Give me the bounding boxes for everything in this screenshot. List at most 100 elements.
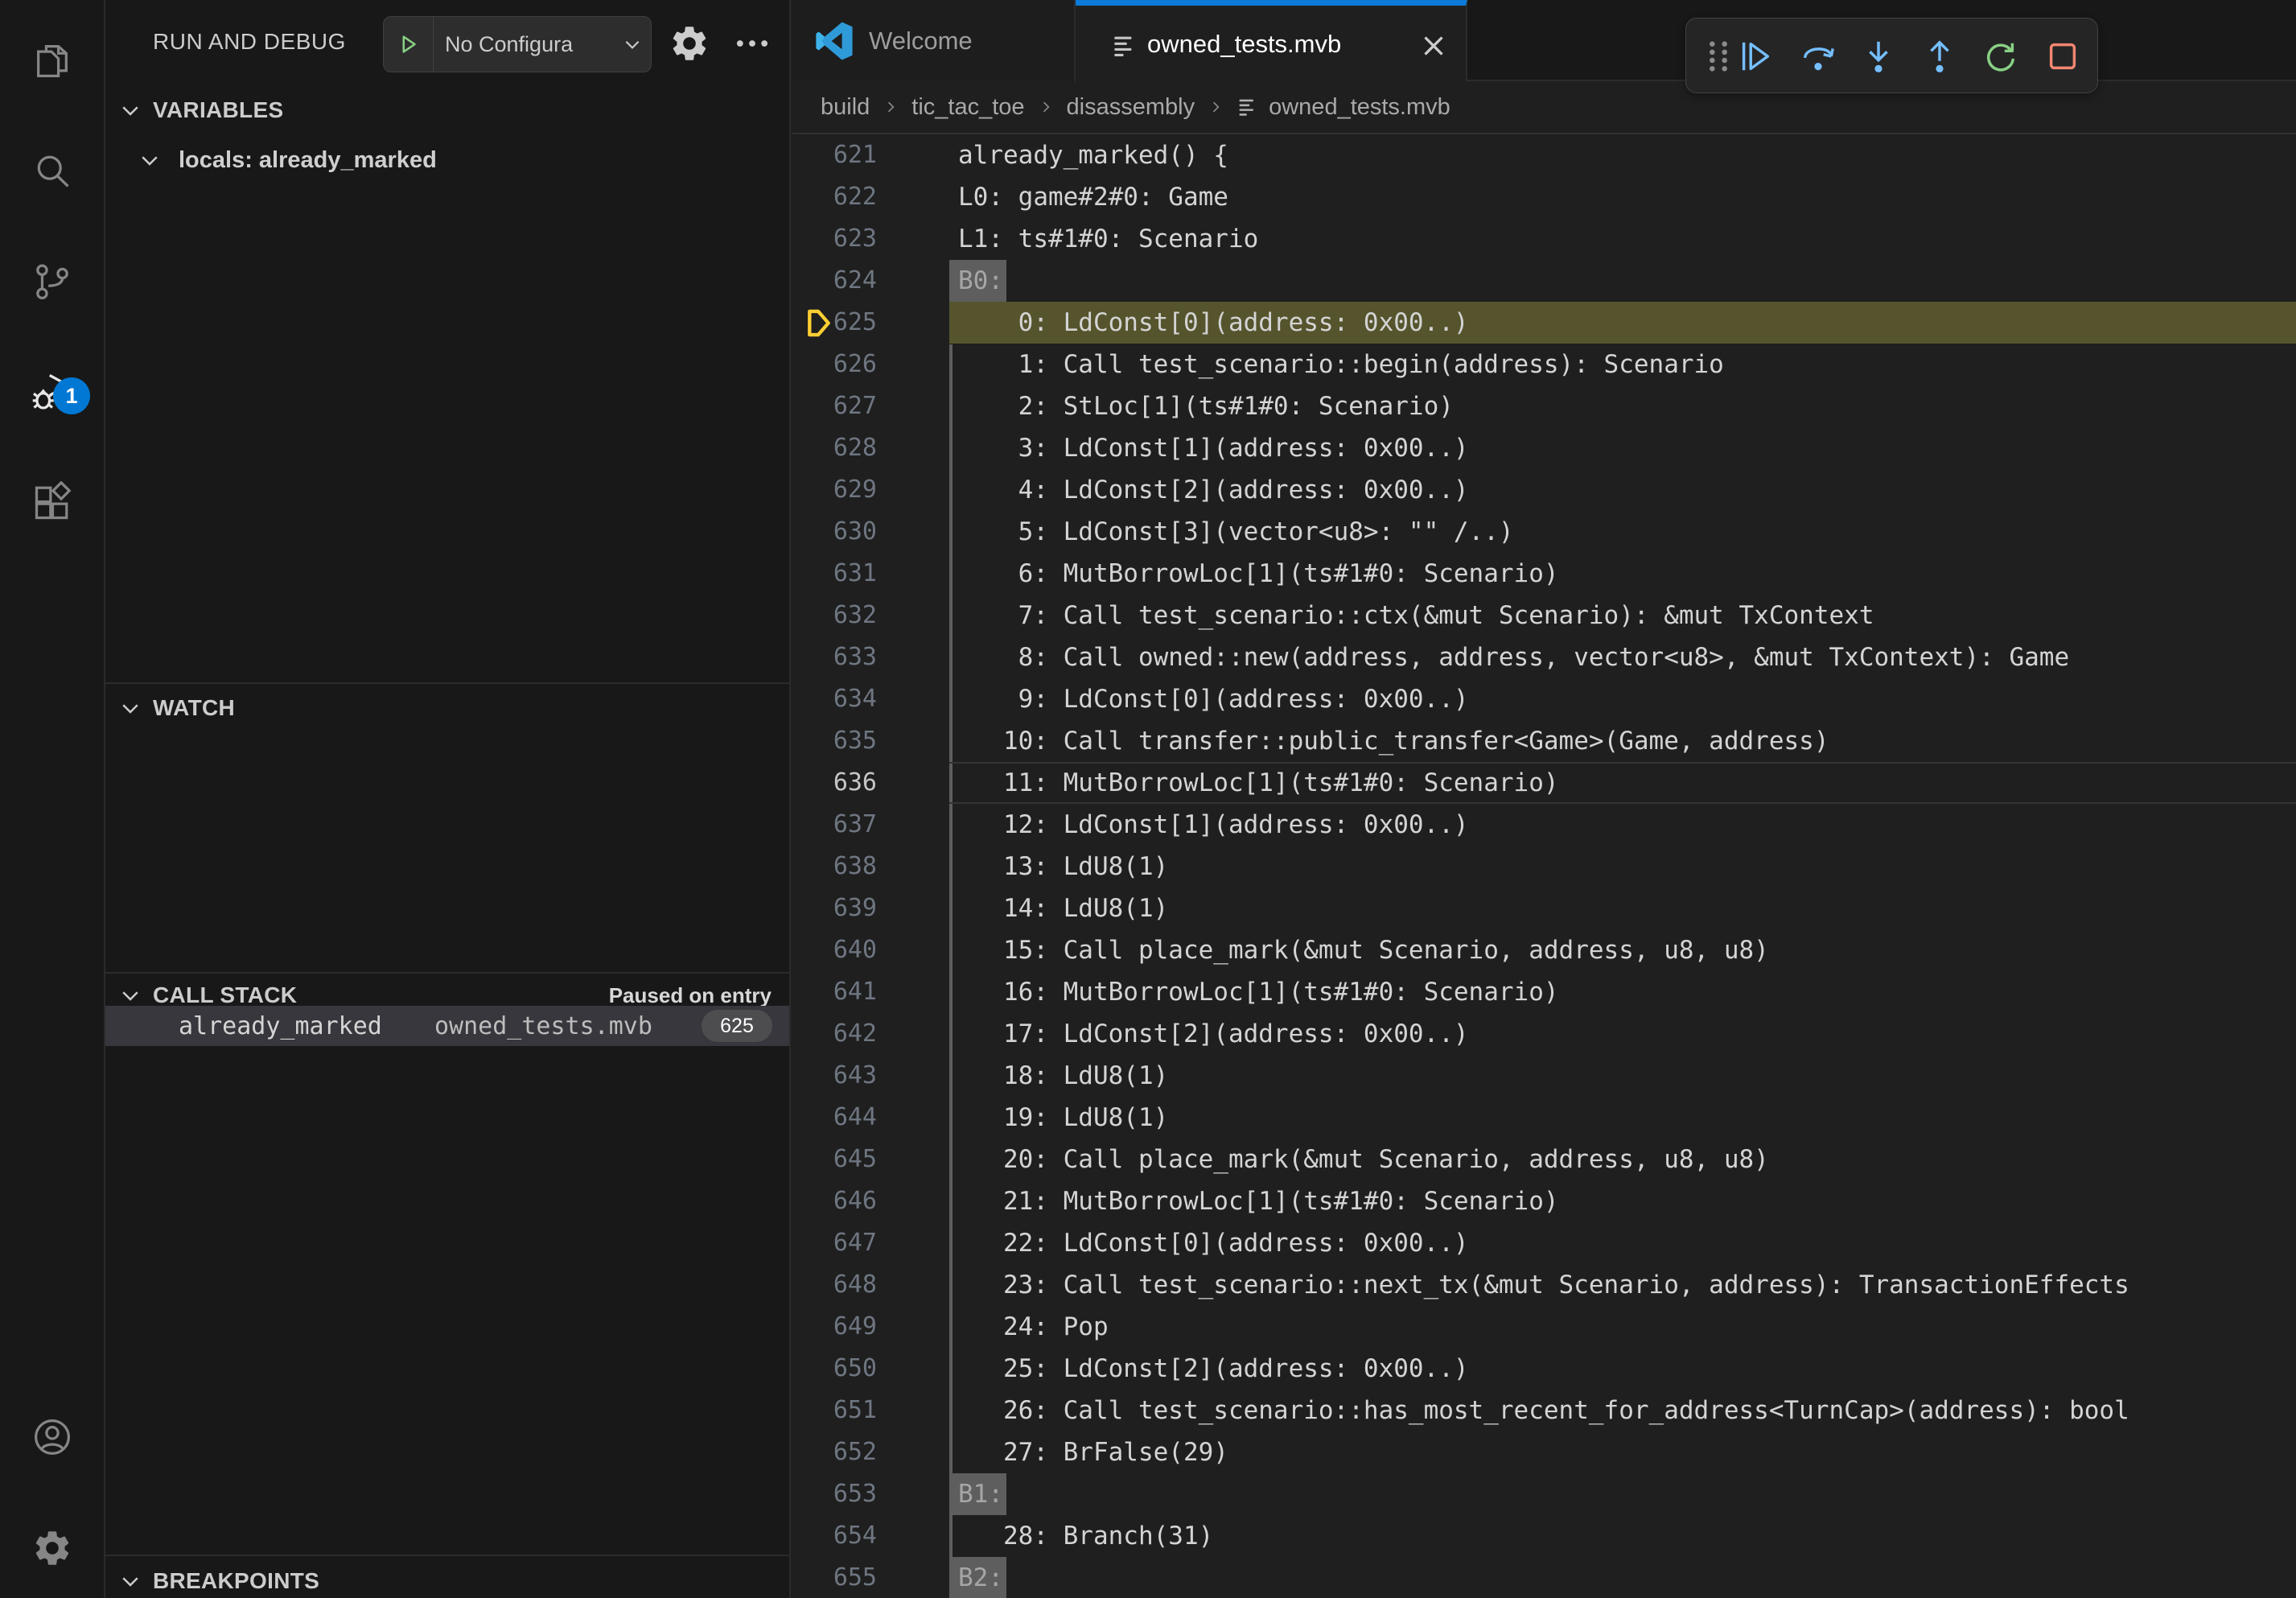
variables-section-header[interactable]: VARIABLES [105, 90, 789, 130]
line-content[interactable]: 16: MutBorrowLoc[1](ts#1#0: Scenario) [949, 971, 2296, 1013]
code-line-649[interactable]: 649 24: Pop [792, 1306, 2296, 1348]
gutter[interactable]: 646 [792, 1180, 889, 1222]
source-control-icon[interactable] [0, 241, 104, 322]
line-content[interactable]: L1: ts#1#0: Scenario [949, 218, 2296, 260]
code-line-645[interactable]: 645 20: Call place_mark(&mut Scenario, a… [792, 1139, 2296, 1180]
watch-section-header[interactable]: WATCH [105, 688, 789, 728]
debug-settings-gear-icon[interactable] [669, 23, 710, 64]
line-content[interactable]: 13: LdU8(1) [949, 846, 2296, 888]
line-content[interactable]: 11: MutBorrowLoc[1](ts#1#0: Scenario) [949, 762, 2296, 804]
code-line-632[interactable]: 632 7: Call test_scenario::ctx(&mut Scen… [792, 595, 2296, 636]
breadcrumb-file[interactable]: owned_tests.mvb [1269, 94, 1450, 121]
settings-gear-icon[interactable] [0, 1508, 104, 1588]
code-line-637[interactable]: 637 12: LdConst[1](address: 0x00..) [792, 804, 2296, 846]
gutter[interactable]: 652 [792, 1431, 889, 1473]
code-line-626[interactable]: 626 1: Call test_scenario::begin(address… [792, 344, 2296, 385]
code-line-621[interactable]: 621 already_marked() { [792, 134, 2296, 176]
code-line-634[interactable]: 634 9: LdConst[0](address: 0x00..) [792, 678, 2296, 720]
gutter[interactable]: 638 [792, 846, 889, 888]
code-line-650[interactable]: 650 25: LdConst[2](address: 0x00..) [792, 1348, 2296, 1390]
code-editor[interactable]: 621 already_marked() { 622 L0: game#2#0: Ga… [792, 134, 2296, 1598]
gutter[interactable]: 642 [792, 1013, 889, 1055]
tab-welcome[interactable]: Welcome [792, 0, 1076, 81]
gutter[interactable]: 621 [792, 134, 889, 176]
breadcrumb-item[interactable]: tic_tac_toe [911, 94, 1024, 121]
line-content[interactable]: 18: LdU8(1) [949, 1055, 2296, 1097]
gutter[interactable]: 651 [792, 1390, 889, 1431]
line-content[interactable]: 15: Call place_mark(&mut Scenario, addre… [949, 929, 2296, 971]
gutter[interactable]: 648 [792, 1264, 889, 1306]
gutter[interactable]: 629 [792, 469, 889, 511]
line-content[interactable]: 17: LdConst[2](address: 0x00..) [949, 1013, 2296, 1055]
gutter[interactable]: 649 [792, 1306, 889, 1348]
gutter[interactable]: 626 [792, 344, 889, 385]
gutter[interactable]: 635 [792, 720, 889, 762]
line-content[interactable]: 7: Call test_scenario::ctx(&mut Scenario… [949, 595, 2296, 636]
gutter[interactable]: 645 [792, 1139, 889, 1180]
code-line-635[interactable]: 635 10: Call transfer::public_transfer<G… [792, 720, 2296, 762]
code-line-655[interactable]: 655 B2: [792, 1557, 2296, 1598]
breakpoints-section-header[interactable]: BREAKPOINTS [105, 1561, 789, 1598]
code-line-641[interactable]: 641 16: MutBorrowLoc[1](ts#1#0: Scenario… [792, 971, 2296, 1013]
start-debug-button[interactable] [384, 17, 434, 72]
line-content[interactable]: 22: LdConst[0](address: 0x00..) [949, 1222, 2296, 1264]
more-actions-icon[interactable] [731, 23, 773, 64]
code-line-622[interactable]: 622 L0: game#2#0: Game [792, 176, 2296, 218]
line-content[interactable]: 19: LdU8(1) [949, 1097, 2296, 1139]
gutter[interactable]: 628 [792, 427, 889, 469]
code-line-640[interactable]: 640 15: Call place_mark(&mut Scenario, a… [792, 929, 2296, 971]
line-content[interactable]: B1: [949, 1473, 2296, 1515]
step-out-button[interactable] [1921, 38, 1958, 75]
code-line-633[interactable]: 633 8: Call owned::new(address, address,… [792, 636, 2296, 678]
gutter[interactable]: 653 [792, 1473, 889, 1515]
code-line-624[interactable]: 624 B0: [792, 260, 2296, 302]
gutter[interactable]: 622 [792, 176, 889, 218]
line-content[interactable]: 10: Call transfer::public_transfer<Game>… [949, 720, 2296, 762]
gutter[interactable]: 639 [792, 888, 889, 929]
gutter[interactable]: 632 [792, 595, 889, 636]
code-line-623[interactable]: 623 L1: ts#1#0: Scenario [792, 218, 2296, 260]
code-line-638[interactable]: 638 13: LdU8(1) [792, 846, 2296, 888]
line-content[interactable]: 23: Call test_scenario::next_tx(&mut Sce… [949, 1264, 2296, 1306]
code-line-642[interactable]: 642 17: LdConst[2](address: 0x00..) [792, 1013, 2296, 1055]
code-line-625[interactable]: 625 0: LdConst[0](address: 0x00..) [792, 302, 2296, 344]
line-content[interactable]: 14: LdU8(1) [949, 888, 2296, 929]
gutter[interactable]: 625 [792, 302, 889, 344]
line-content[interactable]: B0: [949, 260, 2296, 302]
code-line-646[interactable]: 646 21: MutBorrowLoc[1](ts#1#0: Scenario… [792, 1180, 2296, 1222]
code-line-636[interactable]: 636 11: MutBorrowLoc[1](ts#1#0: Scenario… [792, 762, 2296, 804]
code-line-631[interactable]: 631 6: MutBorrowLoc[1](ts#1#0: Scenario) [792, 553, 2296, 595]
line-content[interactable]: 25: LdConst[2](address: 0x00..) [949, 1348, 2296, 1390]
gutter[interactable]: 627 [792, 385, 889, 427]
code-line-628[interactable]: 628 3: LdConst[1](address: 0x00..) [792, 427, 2296, 469]
gutter[interactable]: 634 [792, 678, 889, 720]
gutter[interactable]: 643 [792, 1055, 889, 1097]
toolbar-gripper-icon[interactable] [1700, 38, 1737, 75]
code-line-644[interactable]: 644 19: LdU8(1) [792, 1097, 2296, 1139]
gutter[interactable]: 624 [792, 260, 889, 302]
code-line-648[interactable]: 648 23: Call test_scenario::next_tx(&mut… [792, 1264, 2296, 1306]
line-content[interactable]: B2: [949, 1557, 2296, 1598]
code-line-627[interactable]: 627 2: StLoc[1](ts#1#0: Scenario) [792, 385, 2296, 427]
line-content[interactable]: 6: MutBorrowLoc[1](ts#1#0: Scenario) [949, 553, 2296, 595]
breadcrumb-item[interactable]: disassembly [1067, 94, 1195, 121]
gutter[interactable]: 623 [792, 218, 889, 260]
code-line-630[interactable]: 630 5: LdConst[3](vector<u8>: "" /..) [792, 511, 2296, 553]
debug-configuration-dropdown[interactable]: No Configura [383, 16, 652, 72]
line-content[interactable]: 12: LdConst[1](address: 0x00..) [949, 804, 2296, 846]
breadcrumb-item[interactable]: build [821, 94, 870, 121]
gutter[interactable]: 637 [792, 804, 889, 846]
call-stack-frame-row[interactable]: already_marked owned_tests.mvb 625 [105, 1006, 789, 1046]
step-into-button[interactable] [1860, 38, 1897, 75]
gutter[interactable]: 633 [792, 636, 889, 678]
code-line-629[interactable]: 629 4: LdConst[2](address: 0x00..) [792, 469, 2296, 511]
explorer-icon[interactable] [0, 21, 104, 101]
code-line-651[interactable]: 651 26: Call test_scenario::has_most_rec… [792, 1390, 2296, 1431]
line-content[interactable]: 4: LdConst[2](address: 0x00..) [949, 469, 2296, 511]
line-content[interactable]: 28: Branch(31) [949, 1515, 2296, 1557]
gutter[interactable]: 654 [792, 1515, 889, 1557]
line-content[interactable]: already_marked() { [949, 134, 2296, 176]
variables-scope-row[interactable]: locals: already_marked [105, 140, 789, 180]
line-content[interactable]: L0: game#2#0: Game [949, 176, 2296, 218]
gutter[interactable]: 655 [792, 1557, 889, 1598]
